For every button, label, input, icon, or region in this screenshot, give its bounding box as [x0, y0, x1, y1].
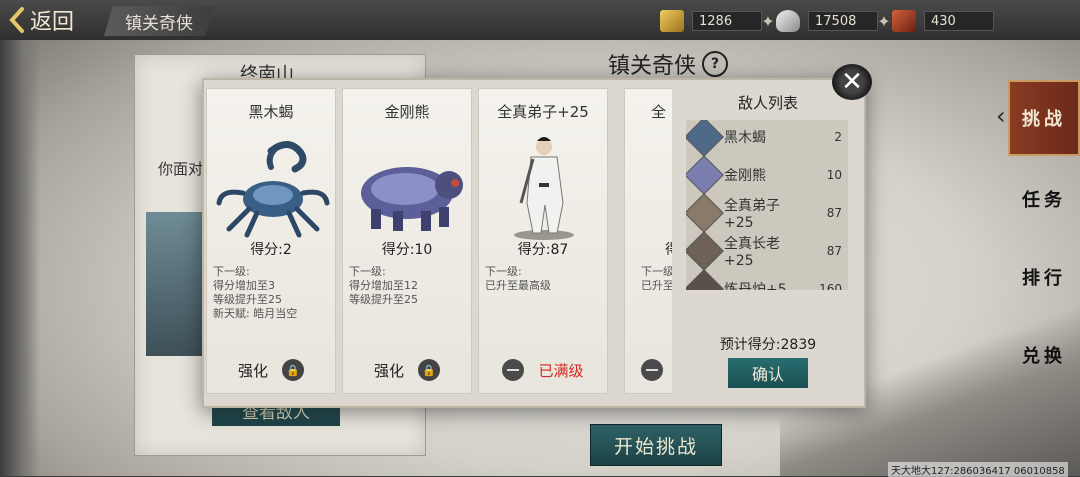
max-level-indicator: 已满级 [479, 359, 607, 381]
scorpion-portrait-icon [216, 141, 330, 238]
bear-avatar-icon [686, 155, 724, 195]
enemy-card-next-level: 下一级: 得分增加至3 等级提升至25 新天赋: 皓月当空 [213, 265, 298, 320]
enemy-list-score: 87 [826, 244, 842, 258]
help-icon[interactable]: ? [702, 51, 729, 77]
resource-gold-value: 1286 [692, 11, 762, 31]
tab-exchange[interactable]: 兑换 [1008, 324, 1080, 386]
tab-challenge[interactable]: 挑战 [1008, 80, 1080, 156]
tab-indicator-icon: ‹ [996, 102, 1006, 130]
enemy-list-name: 全真弟子+25 [724, 198, 780, 231]
back-arrow-icon [9, 7, 24, 33]
enemy-card: 全 得 下一级: 已升至 [624, 88, 672, 394]
enemy-list-item[interactable]: 全真弟子+25 87 [686, 193, 848, 233]
bear-portrait-icon [361, 167, 463, 231]
max-level-indicator [625, 359, 672, 381]
furnace-avatar-icon [686, 269, 724, 290]
enemy-card-name: 金刚熊 [384, 103, 430, 121]
upgrade-button[interactable]: 强化 🔒 [207, 359, 335, 381]
enemy-list-title: 敌人列表 [737, 94, 798, 112]
enemy-card: 黑木蝎 得分:2 下一级: 得分增加至3 等级提升至25 新天赋: 皓月当空 强… [206, 88, 336, 394]
disciple-avatar-icon [686, 193, 724, 233]
lock-icon: 🔒 [418, 359, 440, 381]
max-level-icon [502, 359, 525, 381]
enemy-list-name: 黑木蝎 [724, 130, 766, 146]
enemy-list-score: 160 [819, 282, 842, 290]
silver-ingot-icon [776, 10, 800, 32]
enemy-card-next-level: 下一级: 已升至最高级 [485, 265, 551, 292]
elder-avatar-icon [686, 231, 724, 271]
stage-title-text: 镇关奇侠 [608, 54, 697, 79]
stage-title: 镇关奇侠 ? [608, 48, 729, 80]
back-label: 返回 [30, 10, 75, 35]
enemy-card: 金刚熊 得分:10 下一级: 得分增加至12 等级提升至25 强化 🔒 [342, 88, 472, 394]
enemy-card-score: 得分:2 [250, 242, 292, 258]
resource-gold: 1286 ✦ [660, 8, 778, 34]
resource-silver-value: 17508 [808, 11, 878, 31]
resource-stamina: 430 [892, 8, 994, 34]
enemy-card: 全真弟子+25 得分:87 下一级: 已升至最高级 已满级 [478, 88, 608, 394]
enemy-list-item[interactable]: 黑木蝎 2 [686, 120, 848, 157]
taoist-disciple-portrait-icon [514, 137, 574, 240]
page-title: 镇关奇侠 [104, 6, 214, 36]
stage-description: 你面对 [158, 160, 204, 178]
gold-bar-icon [660, 10, 684, 32]
enemy-list-name: 全真长老+25 [724, 236, 780, 269]
enemy-list-item[interactable]: 炼丹炉+5 160 [686, 269, 848, 290]
enemy-card-score: 得 [625, 239, 672, 259]
stamina-gourd-icon [892, 10, 916, 32]
enemy-card-score: 得分:10 [381, 242, 433, 258]
back-button[interactable]: 返回 [8, 4, 74, 36]
close-icon[interactable]: ✕ [832, 64, 872, 100]
enemy-list-item[interactable]: 金刚熊 10 [686, 155, 848, 195]
scorpion-avatar-icon [686, 120, 724, 157]
enemy-list-score: 87 [826, 206, 842, 220]
background-shadow [0, 0, 40, 476]
side-tabs: 挑战 任务 排行 兑换 [1008, 80, 1080, 400]
enemy-list-name: 炼丹炉+5 [724, 282, 787, 290]
tab-tasks[interactable]: 任务 [1008, 168, 1080, 230]
upgrade-label: 强化 [373, 361, 404, 380]
estimated-score: 预计得分:2839 [719, 337, 817, 353]
enemy-list-item[interactable]: 全真长老+25 87 [686, 231, 848, 271]
enemy-card-scroller[interactable]: 黑木蝎 得分:2 下一级: 得分增加至3 等级提升至25 新天赋: 皓月当空 强… [206, 88, 672, 398]
max-level-icon [641, 359, 663, 381]
enemy-list-score: 10 [826, 168, 842, 182]
resource-stamina-value: 430 [924, 11, 994, 31]
max-level-label: 已满级 [538, 361, 584, 380]
upgrade-button[interactable]: 强化 🔒 [343, 359, 471, 381]
tab-ranking[interactable]: 排行 [1008, 246, 1080, 308]
lock-icon: 🔒 [282, 359, 304, 381]
resource-silver: 17508 ✦ [776, 8, 894, 34]
enemy-card-name: 全真弟子+25 [497, 103, 589, 121]
add-gold-icon[interactable]: ✦ [758, 12, 778, 31]
enemy-card-next-level: 下一级: 已升至 [641, 265, 672, 292]
enemy-card-name: 全 [651, 103, 667, 121]
enemy-card-next-level: 下一级: 得分增加至12 等级提升至25 [349, 265, 418, 306]
player-id-watermark: 天大地大127:286036417 06010858 [888, 462, 1068, 477]
enemy-list-name: 金刚熊 [724, 168, 766, 184]
start-challenge-button[interactable]: 开始挑战 [590, 424, 722, 466]
add-silver-icon[interactable]: ✦ [874, 12, 894, 31]
upgrade-label: 强化 [237, 361, 268, 380]
confirm-button[interactable]: 确认 [728, 358, 808, 388]
enemy-card-score: 得分:87 [517, 242, 569, 258]
enemy-list-score: 2 [834, 130, 842, 144]
enemy-card-name: 黑木蝎 [248, 103, 294, 121]
enemy-list[interactable]: 黑木蝎 2 金刚熊 10 全真弟子+25 87 全真长老+25 87 炼丹炉+5… [686, 120, 848, 290]
